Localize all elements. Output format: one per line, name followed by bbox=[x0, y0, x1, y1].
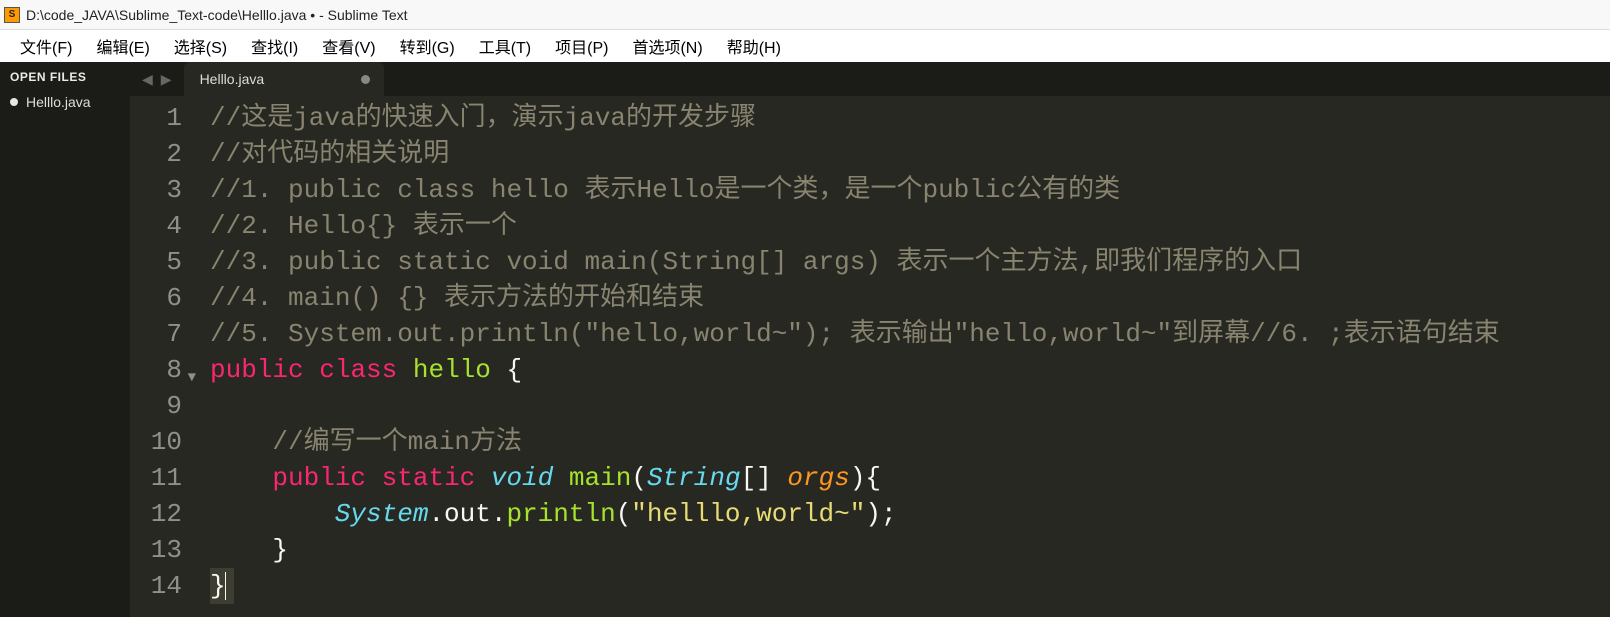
tab-bar: ◀ ▶ Helllo.java bbox=[130, 62, 1610, 96]
menu-goto[interactable]: 转到(G) bbox=[388, 30, 467, 62]
code-line[interactable]: //这是java的快速入门，演示java的开发步骤 bbox=[210, 100, 1610, 136]
line-number: 7 bbox=[130, 316, 182, 352]
tab-label: Helllo.java bbox=[200, 71, 265, 87]
menu-help[interactable]: 帮助(H) bbox=[715, 30, 793, 62]
line-number: 12 bbox=[130, 496, 182, 532]
line-number: 2 bbox=[130, 136, 182, 172]
line-number: 6 bbox=[130, 280, 182, 316]
code-line[interactable] bbox=[210, 388, 1610, 424]
code-line[interactable]: //2. Hello{} 表示一个 bbox=[210, 208, 1610, 244]
line-number: 10 bbox=[130, 424, 182, 460]
gutter: 12345678▼91011121314 bbox=[130, 96, 200, 617]
line-number: 4 bbox=[130, 208, 182, 244]
menu-tools[interactable]: 工具(T) bbox=[467, 30, 543, 62]
code-editor[interactable]: 12345678▼91011121314 //这是java的快速入门，演示jav… bbox=[130, 96, 1610, 617]
sidebar-file-item[interactable]: Helllo.java bbox=[0, 90, 130, 114]
window-title: D:\code_JAVA\Sublime_Text-code\Helllo.ja… bbox=[26, 7, 408, 23]
line-number: 5 bbox=[130, 244, 182, 280]
code-line[interactable]: //3. public static void main(String[] ar… bbox=[210, 244, 1610, 280]
window-titlebar: S D:\code_JAVA\Sublime_Text-code\Helllo.… bbox=[0, 0, 1610, 30]
code-line[interactable]: public class hello { bbox=[210, 352, 1610, 388]
menu-file[interactable]: 文件(F) bbox=[8, 30, 84, 62]
sidebar-file-label: Helllo.java bbox=[26, 94, 91, 110]
tab-dirty-icon bbox=[361, 75, 370, 84]
sidebar-header: OPEN FILES bbox=[0, 62, 130, 90]
code-line[interactable]: //对代码的相关说明 bbox=[210, 136, 1610, 172]
menu-prefs[interactable]: 首选项(N) bbox=[620, 30, 714, 62]
nav-forward-icon[interactable]: ▶ bbox=[157, 71, 176, 88]
code-line[interactable]: //1. public class hello 表示Hello是一个类，是一个p… bbox=[210, 172, 1610, 208]
line-number: 9 bbox=[130, 388, 182, 424]
menu-bar: 文件(F) 编辑(E) 选择(S) 查找(I) 查看(V) 转到(G) 工具(T… bbox=[0, 30, 1610, 62]
nav-back-icon[interactable]: ◀ bbox=[138, 71, 157, 88]
code-line[interactable]: //编写一个main方法 bbox=[210, 424, 1610, 460]
dirty-dot-icon bbox=[10, 98, 18, 106]
code-line[interactable]: //4. main() {} 表示方法的开始和结束 bbox=[210, 280, 1610, 316]
line-number: 3 bbox=[130, 172, 182, 208]
menu-view[interactable]: 查看(V) bbox=[310, 30, 387, 62]
main-area: ◀ ▶ Helllo.java 12345678▼91011121314 //这… bbox=[130, 62, 1610, 617]
line-number: 14 bbox=[130, 568, 182, 604]
fold-icon[interactable]: ▼ bbox=[188, 360, 196, 396]
menu-select[interactable]: 选择(S) bbox=[162, 30, 239, 62]
code-line[interactable]: } bbox=[210, 568, 1610, 604]
code-area[interactable]: //这是java的快速入门，演示java的开发步骤//对代码的相关说明//1. … bbox=[200, 96, 1610, 617]
line-number: 13 bbox=[130, 532, 182, 568]
menu-edit[interactable]: 编辑(E) bbox=[84, 30, 161, 62]
code-line[interactable]: public static void main(String[] orgs){ bbox=[210, 460, 1610, 496]
tab-nav: ◀ ▶ bbox=[130, 62, 184, 96]
menu-project[interactable]: 项目(P) bbox=[543, 30, 620, 62]
workspace: OPEN FILES Helllo.java ◀ ▶ Helllo.java 1… bbox=[0, 62, 1610, 617]
app-icon: S bbox=[4, 7, 20, 23]
sidebar: OPEN FILES Helllo.java bbox=[0, 62, 130, 617]
line-number: 1 bbox=[130, 100, 182, 136]
menu-find[interactable]: 查找(I) bbox=[239, 30, 310, 62]
tab-helllo-java[interactable]: Helllo.java bbox=[184, 62, 384, 96]
code-line[interactable]: System.out.println("helllo,world~"); bbox=[210, 496, 1610, 532]
line-number: 8▼ bbox=[130, 352, 182, 388]
line-number: 11 bbox=[130, 460, 182, 496]
code-line[interactable]: } bbox=[210, 532, 1610, 568]
code-line[interactable]: //5. System.out.println("hello,world~");… bbox=[210, 316, 1610, 352]
